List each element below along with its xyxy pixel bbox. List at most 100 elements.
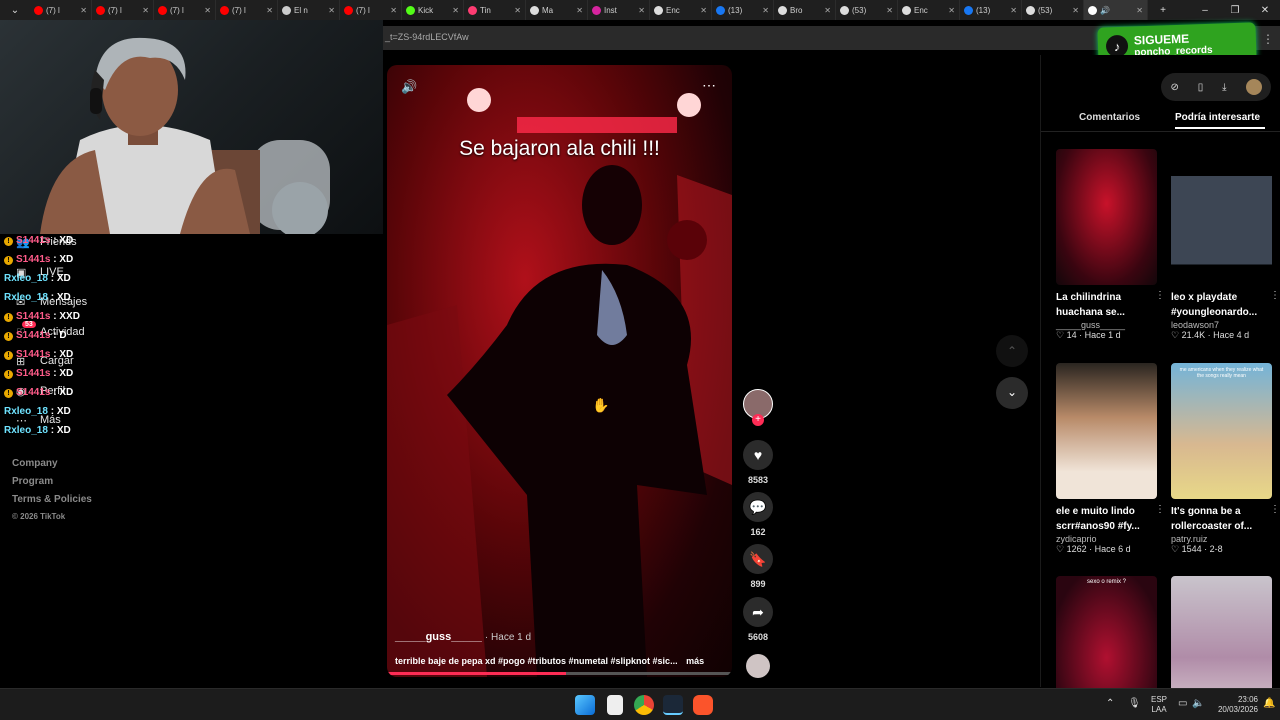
close-tab-icon[interactable]: ✕	[328, 6, 335, 15]
video-card-title[interactable]: It's gonna be a rollercoaster of...	[1171, 504, 1271, 534]
tab-7[interactable]: Tin ✕	[464, 0, 526, 20]
video-card[interactable]: leo x playdate #youngleonardo... ⋮ leodaws…	[1171, 149, 1280, 341]
close-tab-icon[interactable]: ✕	[1136, 6, 1143, 15]
share-button[interactable]: ➦	[743, 597, 773, 627]
previous-video-button[interactable]: ⌃	[996, 335, 1028, 367]
comment-button[interactable]: 💬	[743, 492, 773, 522]
footer-link-2[interactable]: Terms & Policies	[12, 494, 92, 505]
windows-start-icon[interactable]	[575, 695, 595, 715]
volume-tray-icon[interactable]: 🔈	[1192, 698, 1204, 709]
chrome-icon[interactable]	[634, 695, 654, 715]
video-more-icon[interactable]: ⋯	[702, 77, 716, 94]
save-count: 899	[750, 579, 766, 589]
more-link[interactable]: más	[686, 656, 704, 666]
close-tab-icon[interactable]: ✕	[80, 6, 87, 15]
tab-label: Bro	[790, 5, 803, 15]
tab-0[interactable]: (7) l ✕	[30, 0, 92, 20]
card-more-icon[interactable]: ⋮	[1155, 504, 1165, 515]
notepad-icon[interactable]	[607, 695, 623, 715]
tab-comments[interactable]: Comentarios	[1079, 112, 1140, 123]
user-avatar[interactable]	[1245, 79, 1262, 95]
save-button[interactable]: 🔖	[743, 544, 773, 574]
tab-15[interactable]: (13) ✕	[960, 0, 1022, 20]
tab-13[interactable]: (53) ✕	[836, 0, 898, 20]
video-card[interactable]: ele e muito lindo scrr#anos90 #fy... ⋮ zyd…	[1056, 363, 1165, 555]
video-card-thumbnail[interactable]	[1171, 149, 1272, 285]
new-tab-button[interactable]: +	[1148, 5, 1178, 16]
tab-2[interactable]: (7) l ✕	[154, 0, 216, 20]
tab-16[interactable]: (53) ✕	[1022, 0, 1084, 20]
tab-11[interactable]: (13) ✕	[712, 0, 774, 20]
mobile-icon[interactable]: ▯	[1198, 82, 1204, 93]
close-tab-icon[interactable]: ✕	[514, 6, 521, 15]
video-card-thumbnail[interactable]	[1056, 149, 1157, 285]
download-icon[interactable]: ⤓	[1222, 82, 1226, 93]
video-card-user[interactable]: leodawson7	[1171, 320, 1272, 330]
close-tab-icon[interactable]: ✕	[576, 6, 583, 15]
video-progress-track[interactable]	[387, 672, 732, 675]
close-tab-icon[interactable]: ✕	[390, 6, 397, 15]
next-video-button[interactable]: ⌄	[996, 377, 1028, 409]
music-disc-icon[interactable]	[746, 654, 770, 678]
network-icon[interactable]: ▭	[1178, 698, 1187, 709]
video-card-title[interactable]: leo x playdate #youngleonardo...	[1171, 290, 1271, 320]
close-tab-icon[interactable]: ✕	[700, 6, 707, 15]
video-card-title[interactable]: La chilindrina huachana se...	[1056, 290, 1156, 320]
tab-8[interactable]: Ma ✕	[526, 0, 588, 20]
tab-10[interactable]: Enc ✕	[650, 0, 712, 20]
follow-plus-icon[interactable]: +	[752, 414, 764, 426]
clock[interactable]: 23:06 20/03/2026	[1212, 695, 1258, 715]
close-tab-icon[interactable]: ✕	[948, 6, 955, 15]
video-card-user[interactable]: _____guss_____	[1056, 320, 1157, 330]
close-tab-icon[interactable]: ✕	[886, 6, 893, 15]
tab-9[interactable]: Inst ✕	[588, 0, 650, 20]
video-card-user[interactable]: patry.ruiz	[1171, 534, 1272, 544]
video-player[interactable]: 🔊 ⋯ Se bajaron ala chili !!! _____guss__…	[387, 65, 732, 677]
close-tab-icon[interactable]: ✕	[1010, 6, 1017, 15]
like-button[interactable]: ♥	[743, 440, 773, 470]
tab-6[interactable]: Kick ✕	[402, 0, 464, 20]
tab-tiktok-active[interactable]: 🔊 ✕	[1084, 0, 1148, 20]
browser-menu-icon[interactable]: ⋮	[1262, 32, 1274, 46]
tab-12[interactable]: Bro ✕	[774, 0, 836, 20]
tray-chevron-icon[interactable]: ⌃	[1106, 698, 1114, 709]
minimize-button[interactable]: –	[1190, 5, 1220, 16]
close-tab-icon[interactable]: ✕	[142, 6, 149, 15]
tab-4[interactable]: El n ✕	[278, 0, 340, 20]
video-card[interactable]: me americans when they realize what the …	[1171, 363, 1280, 555]
compass-icon[interactable]: ⊘	[1170, 82, 1178, 93]
chat-username: Rxleo_18	[4, 292, 48, 303]
brave-icon[interactable]	[693, 695, 713, 715]
volume-icon[interactable]: 🔊	[401, 79, 417, 95]
close-tab-icon[interactable]: ✕	[824, 6, 831, 15]
steam-icon[interactable]	[663, 695, 683, 715]
video-card-thumbnail[interactable]: me americans when they realize what the …	[1171, 363, 1272, 499]
card-more-icon[interactable]: ⋮	[1270, 504, 1280, 515]
tab-list-button[interactable]: ⌄	[0, 5, 30, 16]
tab-14[interactable]: Enc ✕	[898, 0, 960, 20]
card-more-icon[interactable]: ⋮	[1270, 290, 1280, 301]
video-card-title[interactable]: ele e muito lindo scrr#anos90 #fy...	[1056, 504, 1156, 534]
video-card[interactable]: La chilindrina huachana se... ⋮ _____guss_…	[1056, 149, 1165, 341]
video-card-thumbnail[interactable]	[1056, 363, 1157, 499]
tab-1[interactable]: (7) l ✕	[92, 0, 154, 20]
close-tab-icon[interactable]: ✕	[1072, 6, 1079, 15]
close-tab-icon[interactable]: ✕	[762, 6, 769, 15]
language-indicator[interactable]: ESP LAA	[1151, 695, 1167, 715]
close-tab-icon[interactable]: ✕	[638, 6, 645, 15]
close-tab-icon[interactable]: ✕	[204, 6, 211, 15]
close-window-button[interactable]: ✕	[1250, 5, 1280, 16]
tab-5[interactable]: (7) l ✕	[340, 0, 402, 20]
restore-button[interactable]: ❐	[1220, 5, 1250, 16]
close-tab-icon[interactable]: ✕	[452, 6, 459, 15]
close-tab-icon[interactable]: ✕	[266, 6, 273, 15]
notification-icon[interactable]: 🔔	[1263, 698, 1275, 709]
footer-link-0[interactable]: Company	[12, 458, 58, 469]
tab-recommended[interactable]: Podría interesarte	[1175, 112, 1260, 123]
video-card-user[interactable]: zydicaprio	[1056, 534, 1157, 544]
tab-3[interactable]: (7) l ✕	[216, 0, 278, 20]
footer-link-1[interactable]: Program	[12, 476, 53, 487]
card-more-icon[interactable]: ⋮	[1155, 290, 1165, 301]
video-author[interactable]: _____guss_____	[395, 631, 482, 643]
microphone-icon[interactable]: 🎙	[1128, 698, 1141, 709]
